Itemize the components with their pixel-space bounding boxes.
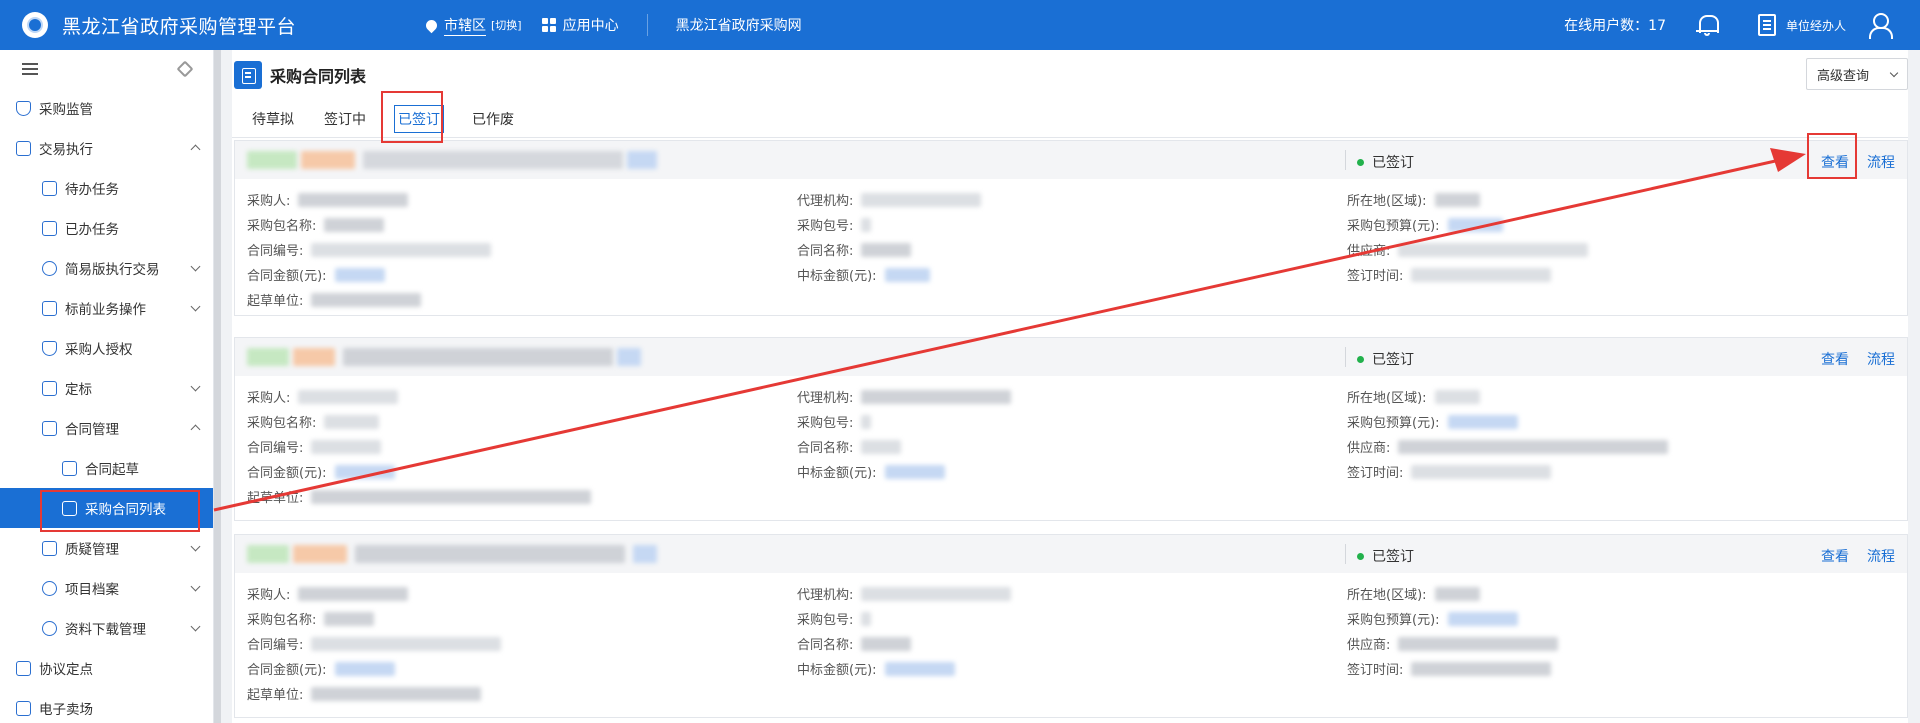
annotation-arrow	[213, 148, 1806, 512]
